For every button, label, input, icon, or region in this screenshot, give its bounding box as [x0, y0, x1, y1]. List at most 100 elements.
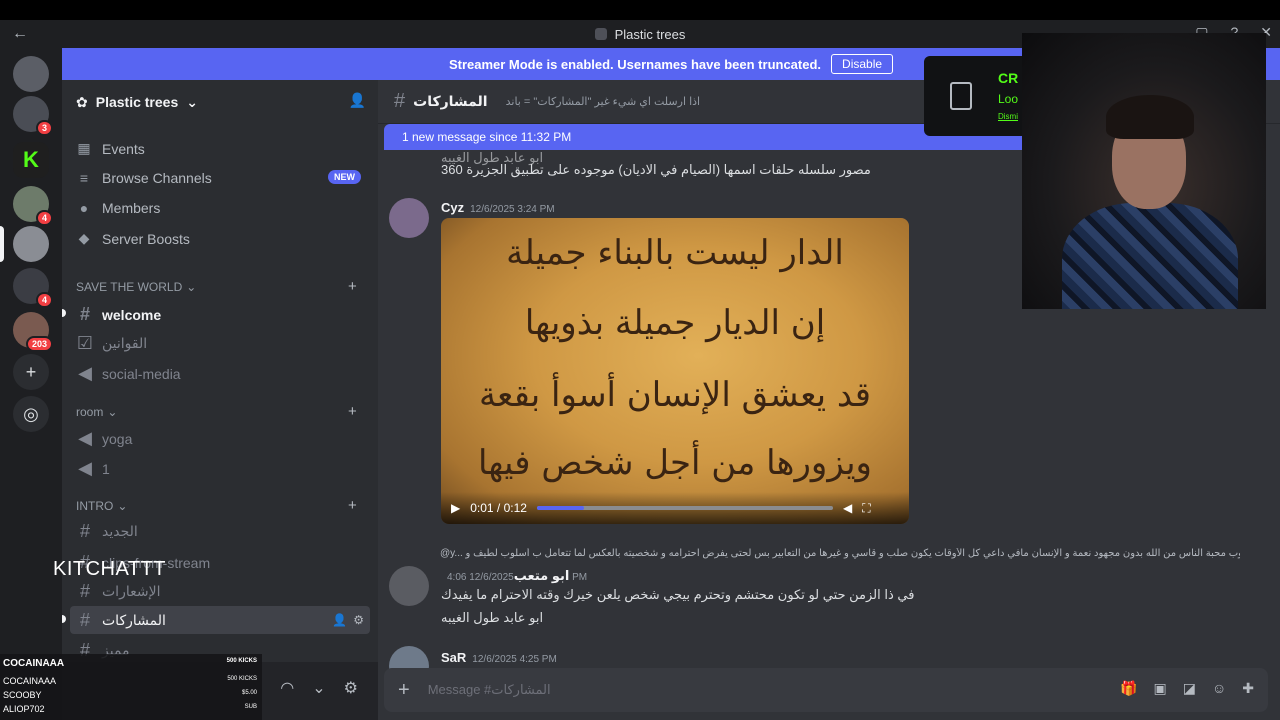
video-caption-line: قد يعشق الإنسان أسوأ بقعة [478, 375, 872, 415]
voice-channel-yoga[interactable]: ◀ yoga [76, 428, 366, 449]
speaker-icon: ◀ [78, 458, 92, 478]
add-attachment-icon[interactable]: + [398, 679, 410, 702]
channel-welcome[interactable]: # welcome [76, 304, 366, 325]
hash-icon: # [394, 90, 406, 112]
add-channel-icon[interactable]: + [348, 278, 357, 295]
document-icon [950, 82, 972, 110]
message-input[interactable]: Message #المشاركات [428, 682, 551, 698]
channel-rules[interactable]: ☑ القوانين [76, 333, 366, 354]
chevron-down-icon: ⌄ [107, 405, 118, 419]
hash-icon: # [79, 304, 90, 324]
video-caption-line: إن الديار جميلة بذويها [524, 303, 826, 343]
message-line: مصور سلسله حلقات اسمها (الصيام في الاديا… [441, 162, 871, 177]
arrow-left-icon[interactable]: ← [12, 25, 28, 43]
megaphone-icon: ◀ [78, 363, 92, 383]
server-avatar[interactable]: 3 [13, 96, 53, 136]
video-embed[interactable]: الدار ليست بالبناء جميلة إن الديار جميلة… [441, 218, 909, 524]
kick-server-icon[interactable]: K [13, 142, 49, 178]
boost-icon: ◆ [78, 230, 90, 246]
add-server-icon[interactable]: + [13, 354, 49, 390]
selected-indicator [0, 226, 4, 262]
kitchat-label: KITCHATTT [53, 558, 167, 580]
category-room[interactable]: room ⌄ [76, 405, 117, 419]
server-avatar[interactable]: 4 [13, 268, 53, 308]
donation-row: COCAINAAA 500 KICKS [3, 676, 257, 686]
sticker-icon[interactable]: ◪ [1183, 680, 1196, 697]
banner-text: Streamer Mode is enabled. Usernames have… [448, 56, 822, 72]
reply-preview[interactable]: @y... محبوب محبة الناس من الله بدون مجهو… [440, 548, 1240, 559]
channel-topic: اذا ارسلت اي شيء غير "المشاركات" = باند [505, 96, 701, 108]
gif-icon[interactable]: ▣ [1154, 680, 1167, 697]
webcam-overlay [1022, 33, 1266, 309]
message-author[interactable]: Cyz 12/6/2025 3:24 PM [441, 200, 555, 215]
volume-icon[interactable]: ◀ [843, 501, 852, 515]
invite-icon[interactable]: 👤 [332, 613, 347, 627]
chevron-down-icon: ⌄ [186, 93, 198, 110]
server-avatar[interactable]: 203 [13, 312, 53, 352]
new-badge: NEW [328, 170, 361, 184]
apps-icon[interactable]: ✚ [1242, 680, 1254, 697]
mention-badge: 4 [35, 292, 53, 308]
message-composer[interactable]: + Message #المشاركات 🎁 ▣ ◪ ☺ ✚ [384, 668, 1268, 712]
chevron-down-icon: ⌄ [117, 499, 128, 513]
chevron-down-icon[interactable]: ⌄ [312, 678, 325, 698]
mention-badge: 3 [35, 120, 53, 136]
voice-channel-1[interactable]: ◀ 1 [76, 458, 366, 479]
server-name: Plastic trees [95, 94, 179, 110]
discover-icon[interactable]: ◎ [13, 396, 49, 432]
donation-list: COCAINAAA 500 KICKS COCAINAAA 500 KICKS SC… [0, 654, 262, 720]
hash-icon: # [79, 521, 90, 541]
emoji-icon[interactable]: ☺ [1212, 680, 1226, 697]
timestamp: 12/6/2025 4:25 PM [472, 654, 557, 665]
server-avatar-selected[interactable] [13, 226, 49, 262]
rules-icon: ☑ [76, 333, 94, 353]
channel-sidebar: ✿ Plastic trees ⌄ 👤 ▦ Events ≡ Browse Chan… [62, 80, 378, 720]
server-rail: 3 K 4 4 203 + ◎ [0, 48, 62, 720]
channel-social-media[interactable]: ◀ social-media [76, 363, 366, 384]
nav-members[interactable]: ● Members [76, 200, 161, 216]
fullscreen-icon[interactable]: ⛶ [862, 501, 870, 516]
video-controls: ▶ 0:01 / 0:12 ◀ ⛶ [441, 492, 909, 524]
avatar[interactable] [389, 566, 429, 606]
donation-row: SCOOBY $5.00 [3, 690, 257, 700]
message-author[interactable]: SaR 12/6/2025 4:25 PM [441, 650, 557, 665]
browse-icon: ≡ [79, 170, 89, 186]
channel-notifications[interactable]: # الإشعارات [76, 581, 366, 602]
server-avatar[interactable] [13, 56, 49, 92]
donation-row: COCAINAAA 500 KICKS [3, 658, 257, 669]
nav-server-boosts[interactable]: ◆ Server Boosts [76, 230, 190, 247]
gear-icon[interactable]: ⚙ [353, 613, 364, 627]
hash-icon: # [79, 609, 90, 630]
play-icon[interactable]: ▶ [451, 501, 460, 515]
unread-indicator [62, 615, 66, 623]
add-channel-icon[interactable]: + [348, 497, 357, 514]
category-save-the-world[interactable]: SAVE THE WORLD ⌄ [76, 280, 196, 294]
video-caption-line: ويزورها من أجل شخص فيها [478, 443, 872, 483]
gear-icon: ✿ [76, 93, 88, 110]
disable-streamer-button[interactable]: Disable [831, 54, 894, 74]
channel-participations[interactable]: # المشاركات 👤 ⚙ [70, 606, 370, 634]
headset-icon[interactable]: ◠ [280, 678, 294, 698]
hash-icon: # [79, 581, 90, 601]
category-intro[interactable]: INTRO ⌄ [76, 499, 127, 513]
nav-events[interactable]: ▦ Events [76, 140, 144, 157]
server-header[interactable]: ✿ Plastic trees ⌄ 👤 [62, 80, 378, 124]
timestamp: 12/6/2025 3:24 PM [470, 204, 555, 215]
video-progress [536, 506, 585, 510]
server-icon [594, 28, 607, 40]
invite-icon[interactable]: 👤 [349, 92, 366, 109]
calendar-icon: ▦ [77, 140, 91, 156]
mention-badge: 4 [35, 210, 53, 226]
video-seek-bar[interactable] [536, 506, 833, 510]
nav-browse-channels[interactable]: ≡ Browse Channels [76, 170, 212, 186]
message-author[interactable]: ابو متعب12/6/2025 4:06 PM [441, 568, 587, 584]
avatar[interactable] [389, 198, 429, 238]
window-title: Plastic trees [594, 27, 685, 42]
message-line: ابو عابد طول الغيبه [441, 610, 544, 625]
gear-icon[interactable]: ⚙ [344, 678, 358, 698]
unread-indicator [62, 309, 66, 317]
add-channel-icon[interactable]: + [348, 403, 357, 420]
server-avatar[interactable]: 4 [13, 186, 53, 226]
channel-new[interactable]: # الجديد [76, 521, 366, 542]
gift-icon[interactable]: 🎁 [1120, 680, 1137, 697]
